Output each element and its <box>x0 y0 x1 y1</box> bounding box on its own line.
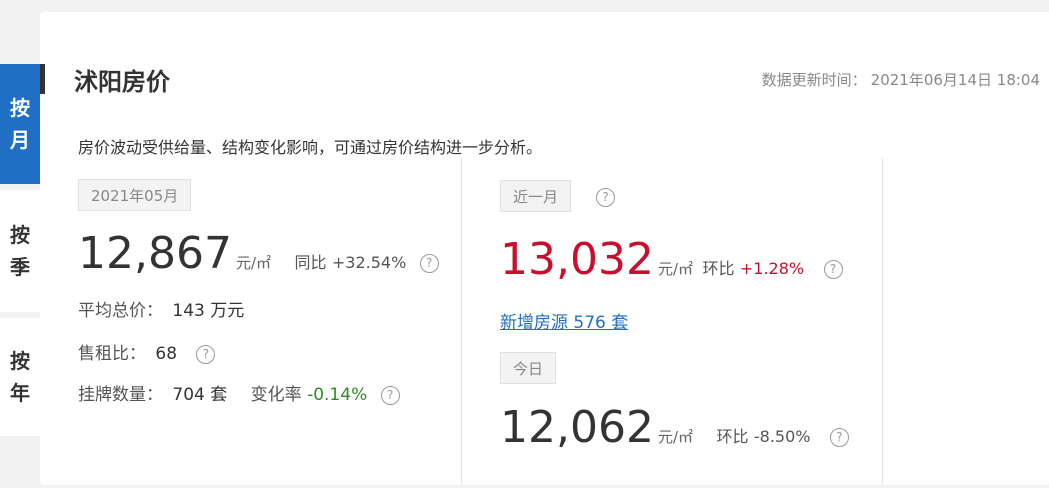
today-mom-value: -8.50% <box>753 427 811 446</box>
update-time-value: 2021年06月14日 18:04 <box>870 71 1040 89</box>
divider-1 <box>461 158 462 485</box>
avg-total-row: 平均总价： 143 万元 <box>78 296 244 321</box>
tab-by-quarter[interactable]: 按 季 <box>0 190 40 312</box>
change-help-icon[interactable]: ? <box>380 385 400 405</box>
tab-by-year[interactable]: 按 年 <box>0 318 40 436</box>
new-listings-link[interactable]: 新增房源 576 套 <box>500 308 628 333</box>
today-tag: 今日 <box>500 352 557 384</box>
rent-ratio-row: 售租比： 68 ? <box>78 339 216 364</box>
monthly-price-row: 12,867 元/㎡ 同比 +32.54% ? <box>78 228 439 279</box>
tab-by-quarter-label-2: 季 <box>10 255 30 279</box>
tab-by-month-label-2: 月 <box>10 128 30 152</box>
recent-mom-value: +1.28% <box>739 259 805 278</box>
change-value: -0.14% <box>307 385 368 405</box>
yoy-label: 同比 <box>294 253 327 272</box>
tab-by-quarter-label-1: 按 <box>10 223 30 247</box>
price-card: 沭阳房价 数据更新时间： 2021年06月14日 18:04 房价波动受供给量、结… <box>40 12 1049 485</box>
page-title: 沭阳房价 <box>74 68 170 96</box>
avg-total-label: 平均总价： <box>78 301 163 321</box>
divider-2 <box>882 158 883 485</box>
update-time: 数据更新时间： 2021年06月14日 18:04 <box>762 69 1040 90</box>
today-price-row: 12,062 元/㎡ 环比 -8.50% ? <box>500 402 849 453</box>
update-time-label: 数据更新时间： <box>761 71 867 89</box>
tab-by-month-label-1: 按 <box>10 96 30 120</box>
listing-value: 704 <box>172 385 205 405</box>
recent-mom-help-icon[interactable]: ? <box>823 259 843 279</box>
today-unit: 元/㎡ <box>657 428 694 446</box>
recent-month-tag: 近一月 <box>500 180 572 212</box>
tab-by-month[interactable]: 按 月 <box>0 64 40 184</box>
monthly-price: 12,867 <box>78 228 232 279</box>
today-mom-label: 环比 <box>716 427 749 446</box>
rent-ratio-value: 68 <box>155 344 178 364</box>
today-price: 12,062 <box>500 402 654 453</box>
tab-by-year-label-1: 按 <box>10 349 30 373</box>
listing-row: 挂牌数量： 704 套 变化率 -0.14% ? <box>78 380 400 405</box>
rent-ratio-help-icon[interactable]: ? <box>196 344 216 364</box>
description: 房价波动受供给量、结构变化影响，可通过房价结构进一步分析。 <box>78 138 543 157</box>
recent-month-price-row: 13,032 元/㎡ 环比 +1.28% ? <box>500 234 843 285</box>
recent-mom-label: 环比 <box>702 259 735 278</box>
tab-by-year-label-2: 年 <box>10 381 30 405</box>
recent-month-unit: 元/㎡ <box>657 260 694 278</box>
recent-month-price: 13,032 <box>500 234 654 285</box>
monthly-price-unit: 元/㎡ <box>235 254 272 272</box>
period-tag: 2021年05月 <box>78 179 192 211</box>
avg-total-unit: 万元 <box>210 301 245 321</box>
title-accent-bar <box>40 64 45 94</box>
change-label: 变化率 <box>250 385 302 405</box>
today-mom-help-icon[interactable]: ? <box>829 427 849 447</box>
rent-ratio-label: 售租比： <box>78 344 146 364</box>
yoy-value: +32.54% <box>331 253 407 272</box>
listing-unit: 套 <box>210 385 228 405</box>
recent-month-help-icon[interactable]: ? <box>596 188 615 207</box>
listing-label: 挂牌数量： <box>78 385 163 405</box>
yoy-help-icon[interactable]: ? <box>419 253 439 273</box>
avg-total-value: 143 <box>172 301 205 321</box>
